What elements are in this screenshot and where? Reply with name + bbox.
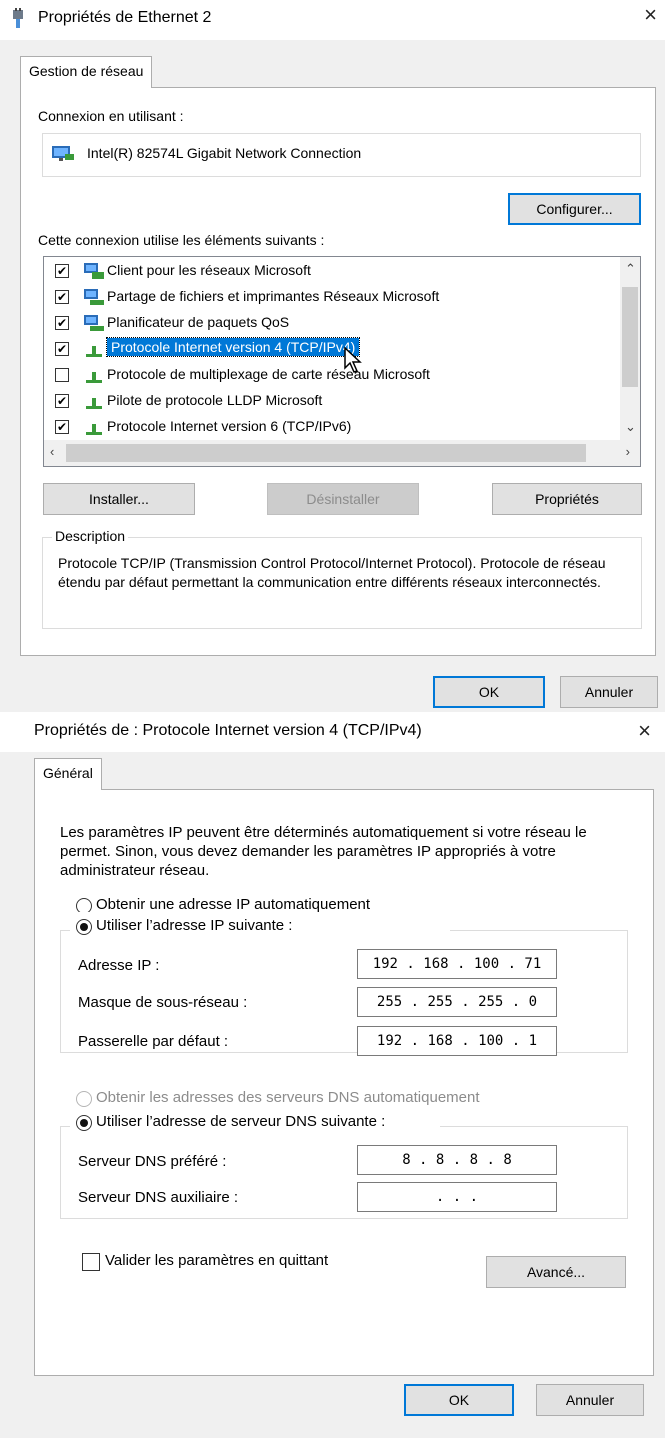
gateway-label: Passerelle par défaut : bbox=[78, 1033, 229, 1050]
list-item[interactable]: ✔ Partage de fichiers et imprimantes Rés… bbox=[44, 285, 604, 311]
configure-button[interactable]: Configurer... bbox=[508, 193, 641, 225]
adapter-name: Intel(R) 82574L Gigabit Network Connecti… bbox=[87, 145, 362, 161]
list-item[interactable]: ✔ Client pour les réseaux Microsoft bbox=[44, 259, 604, 285]
protocol-icon bbox=[86, 424, 102, 435]
close-icon[interactable]: × bbox=[638, 720, 651, 742]
scroll-left-icon[interactable]: ‹ bbox=[50, 444, 54, 459]
adapter-box: Intel(R) 82574L Gigabit Network Connecti… bbox=[42, 133, 641, 177]
item-checkbox[interactable] bbox=[55, 368, 69, 382]
ok-button[interactable]: OK bbox=[404, 1384, 514, 1416]
validate-checkbox[interactable] bbox=[82, 1253, 100, 1271]
network-adapter-icon bbox=[52, 146, 74, 161]
item-checkbox[interactable]: ✔ bbox=[55, 342, 69, 356]
auto-dns-radio[interactable] bbox=[76, 1091, 92, 1107]
item-checkbox[interactable]: ✔ bbox=[55, 394, 69, 408]
window-title: Propriétés de : Protocole Internet versi… bbox=[34, 722, 422, 739]
tab-general[interactable]: Général bbox=[34, 758, 102, 790]
advanced-button[interactable]: Avancé... bbox=[486, 1256, 626, 1288]
item-label: Protocole Internet version 4 (TCP/IPv4) bbox=[105, 337, 361, 357]
gateway-field[interactable]: 192 . 168 . 100 . 1 bbox=[357, 1026, 557, 1056]
list-item[interactable]: ✔ Pilote de protocole LLDP Microsoft bbox=[44, 389, 604, 415]
scroll-right-icon[interactable]: › bbox=[626, 444, 630, 459]
ethernet-properties-dialog: Propriétés de Ethernet 2 × Gestion de ré… bbox=[0, 0, 665, 712]
scroll-up-icon[interactable]: ⌃ bbox=[625, 261, 636, 277]
item-label: Pilote de protocole LLDP Microsoft bbox=[107, 392, 323, 408]
manual-dns-label: Utiliser l’adresse de serveur DNS suivan… bbox=[96, 1113, 386, 1130]
description-legend: Description bbox=[52, 528, 129, 544]
network-service-icon bbox=[84, 289, 104, 305]
vertical-scrollbar[interactable]: ⌃ ⌄ bbox=[620, 257, 640, 441]
manual-ip-radio[interactable] bbox=[76, 919, 92, 935]
description-text: Protocole TCP/IP (Transmission Control P… bbox=[58, 555, 606, 590]
scroll-thumb[interactable] bbox=[622, 287, 638, 387]
subnet-mask-label: Masque de sous-réseau : bbox=[78, 994, 248, 1011]
item-label: Partage de fichiers et imprimantes Résea… bbox=[107, 288, 440, 304]
preferred-dns-label: Serveur DNS préféré : bbox=[78, 1153, 227, 1170]
item-label: Planificateur de paquets QoS bbox=[107, 314, 290, 330]
protocol-icon bbox=[86, 398, 102, 409]
list-item[interactable]: ✔ Protocole Internet version 6 (TCP/IPv6… bbox=[44, 415, 604, 441]
items-label: Cette connexion utilise les éléments sui… bbox=[38, 232, 325, 248]
network-service-icon bbox=[84, 315, 104, 331]
item-checkbox[interactable]: ✔ bbox=[55, 420, 69, 434]
components-list[interactable]: ✔ Client pour les réseaux Microsoft ✔ Pa… bbox=[43, 256, 641, 467]
subnet-mask-field[interactable]: 255 . 255 . 255 . 0 bbox=[357, 987, 557, 1017]
validate-label: Valider les paramètres en quittant bbox=[105, 1252, 329, 1269]
cancel-button[interactable]: Annuler bbox=[560, 676, 658, 708]
network-client-icon bbox=[84, 263, 104, 279]
item-checkbox[interactable]: ✔ bbox=[55, 316, 69, 330]
install-button[interactable]: Installer... bbox=[43, 483, 195, 515]
item-checkbox[interactable]: ✔ bbox=[55, 290, 69, 304]
horizontal-scrollbar[interactable]: ‹ › bbox=[44, 440, 640, 466]
scroll-down-icon[interactable]: ⌄ bbox=[625, 419, 636, 435]
alternate-dns-label: Serveur DNS auxiliaire : bbox=[78, 1189, 239, 1206]
close-icon[interactable]: × bbox=[644, 4, 657, 26]
intro-text: Les paramètres IP peuvent être déterminé… bbox=[60, 824, 587, 879]
manual-dns-radio[interactable] bbox=[76, 1115, 92, 1131]
list-item[interactable]: ✔ Planificateur de paquets QoS bbox=[44, 311, 604, 337]
auto-dns-label: Obtenir les adresses des serveurs DNS au… bbox=[96, 1089, 480, 1106]
network-plug-icon bbox=[13, 8, 23, 28]
title-bar: Propriétés de : Protocole Internet versi… bbox=[0, 712, 665, 752]
cancel-button[interactable]: Annuler bbox=[536, 1384, 644, 1416]
protocol-icon bbox=[86, 346, 102, 357]
list-item[interactable]: Protocole de multiplexage de carte résea… bbox=[44, 363, 604, 389]
ipv4-properties-dialog: Propriétés de : Protocole Internet versi… bbox=[0, 712, 665, 1438]
mouse-cursor-icon bbox=[344, 346, 362, 373]
auto-ip-label: Obtenir une adresse IP automatiquement bbox=[96, 896, 371, 913]
scroll-thumb[interactable] bbox=[66, 444, 586, 462]
properties-button[interactable]: Propriétés bbox=[492, 483, 642, 515]
protocol-icon bbox=[86, 372, 102, 383]
title-bar: Propriétés de Ethernet 2 × bbox=[0, 0, 665, 40]
ip-address-field[interactable]: 192 . 168 . 100 . 71 bbox=[357, 949, 557, 979]
tab-networking[interactable]: Gestion de réseau bbox=[20, 56, 153, 88]
connect-using-label: Connexion en utilisant : bbox=[38, 108, 184, 124]
list-item-selected[interactable]: ✔ Protocole Internet version 4 (TCP/IPv4… bbox=[44, 337, 604, 363]
manual-ip-label: Utiliser l’adresse IP suivante : bbox=[96, 917, 293, 934]
ip-address-label: Adresse IP : bbox=[78, 957, 160, 974]
item-label: Protocole de multiplexage de carte résea… bbox=[107, 366, 430, 382]
item-label: Protocole Internet version 6 (TCP/IPv6) bbox=[107, 418, 352, 434]
alternate-dns-field[interactable]: . . . bbox=[357, 1182, 557, 1212]
item-checkbox[interactable]: ✔ bbox=[55, 264, 69, 278]
ok-button[interactable]: OK bbox=[433, 676, 545, 708]
uninstall-button[interactable]: Désinstaller bbox=[267, 483, 419, 515]
item-label: Client pour les réseaux Microsoft bbox=[107, 262, 311, 278]
window-title: Propriétés de Ethernet 2 bbox=[38, 9, 212, 26]
preferred-dns-field[interactable]: 8 . 8 . 8 . 8 bbox=[357, 1145, 557, 1175]
